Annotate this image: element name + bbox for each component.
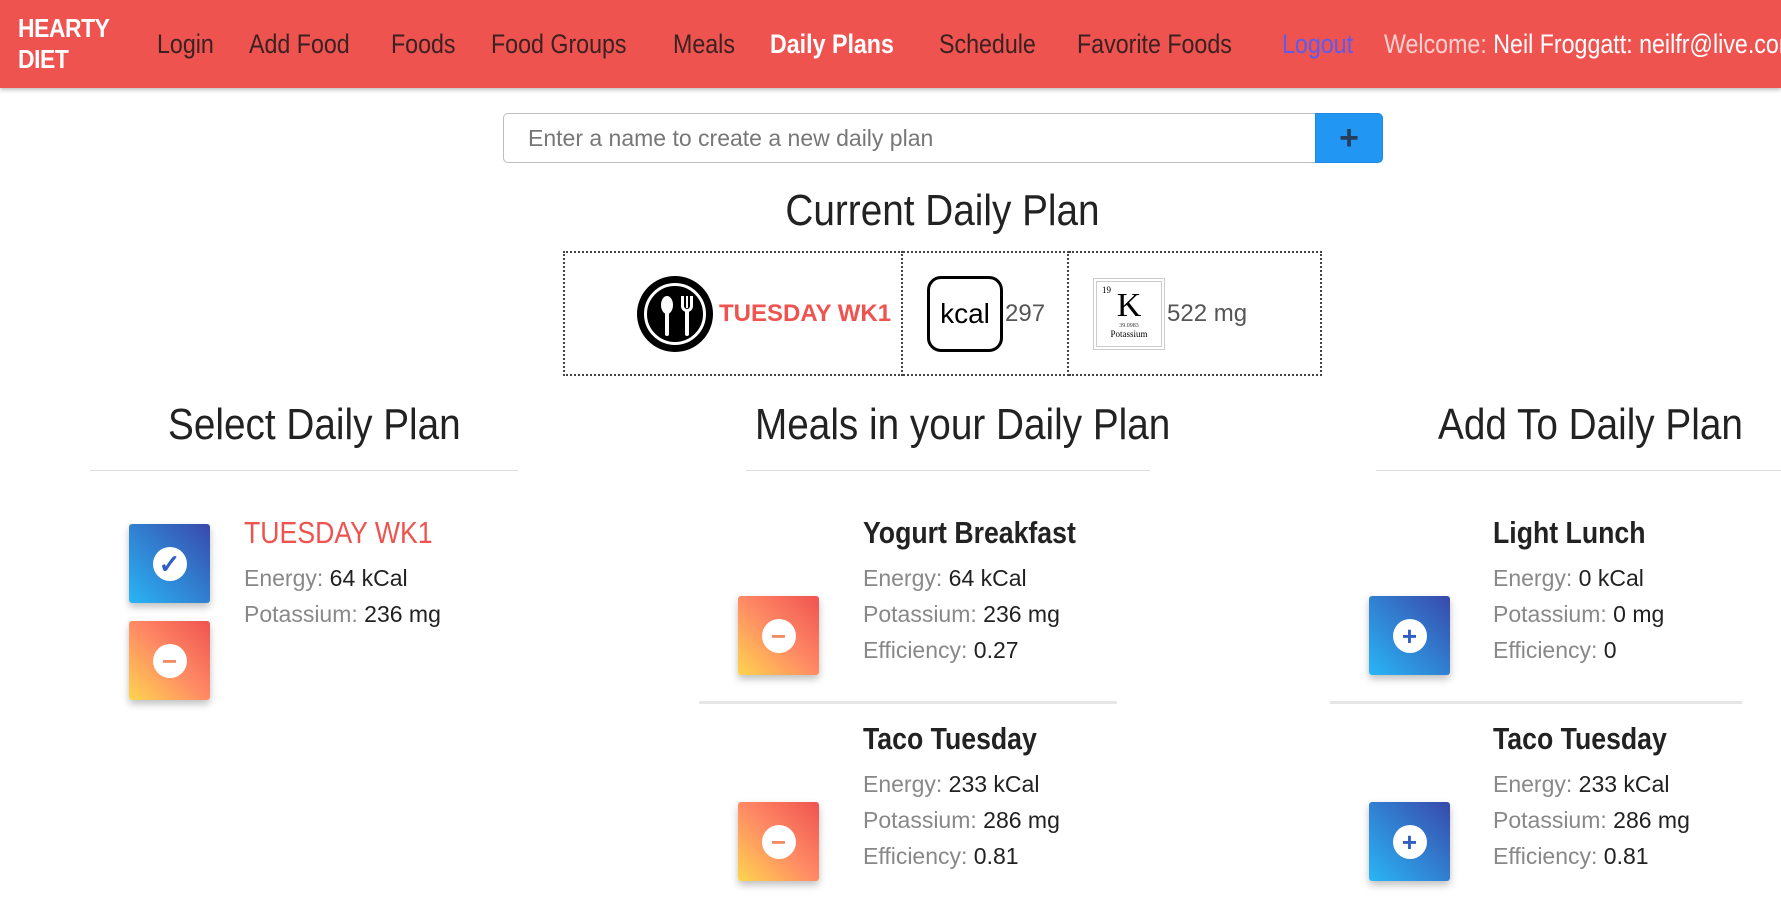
welcome-text: Welcome: Neil Froggatt: neilfr@live.com	[1384, 29, 1781, 60]
potassium-label: Potassium:	[863, 601, 977, 627]
nav-meals[interactable]: Meals	[673, 29, 735, 60]
energy-value: 0 kCal	[1578, 565, 1644, 591]
potassium-label: Potassium:	[863, 807, 977, 833]
nav-login[interactable]: Login	[157, 29, 214, 60]
select-plan-divider	[90, 470, 518, 471]
meal-divider	[699, 701, 1117, 704]
add-meal-button[interactable]: +	[1369, 802, 1450, 881]
plan-card-name: TUESDAY WK1	[244, 515, 433, 550]
meal-energy: Energy: 233 kCal	[863, 771, 1039, 798]
minus-circle-icon: −	[152, 643, 187, 678]
energy-value: 233 kCal	[948, 771, 1040, 797]
meal-name: Yogurt Breakfast	[863, 515, 1076, 550]
potassium-value: 0 mg	[1613, 601, 1665, 627]
meal-energy: Energy: 64 kCal	[863, 565, 1027, 592]
nav-favorite-foods[interactable]: Favorite Foods	[1077, 29, 1232, 60]
energy-value: 64 kCal	[329, 565, 408, 591]
add-to-plan-heading: Add To Daily Plan	[1438, 400, 1743, 449]
potassium-label: Potassium:	[1493, 807, 1607, 833]
navbar: HEARTY DIET Login Add Food Foods Food Gr…	[0, 0, 1781, 88]
add-to-plan-divider	[1376, 470, 1781, 471]
create-plan-form: +	[503, 113, 1383, 163]
nav-foods[interactable]: Foods	[391, 29, 456, 60]
meal-efficiency: Efficiency: 0	[1493, 637, 1617, 664]
potassium-value: 286 mg	[1613, 807, 1690, 833]
meal-energy: Energy: 233 kCal	[1493, 771, 1669, 798]
current-plan-potassium-cell: 19 K 39.0983 Potassium 522 mg	[1069, 251, 1322, 376]
add-meal-button[interactable]: +	[1369, 596, 1450, 675]
meal-name: Taco Tuesday	[863, 721, 1037, 756]
nav-daily-plans[interactable]: Daily Plans	[770, 29, 894, 60]
current-plan-potassium: 522 mg	[1167, 299, 1248, 327]
efficiency-value: 0.27	[973, 637, 1019, 663]
current-plan-heading: Current Daily Plan	[785, 186, 1100, 235]
nav-schedule[interactable]: Schedule	[939, 29, 1036, 60]
meal-potassium: Potassium: 286 mg	[1493, 807, 1690, 834]
nav-logout[interactable]: Logout	[1282, 29, 1353, 60]
efficiency-label: Efficiency:	[1493, 843, 1598, 869]
current-plan-name: TUESDAY WK1	[719, 299, 892, 327]
current-plan-energy: 297	[1005, 299, 1046, 327]
plate-utensils-icon	[637, 275, 713, 352]
plus-circle-icon: +	[1392, 618, 1427, 653]
current-plan-name-cell: TUESDAY WK1	[563, 251, 903, 376]
potassium-element-icon: 19 K 39.0983 Potassium	[1093, 277, 1165, 350]
meal-energy: Energy: 0 kCal	[1493, 565, 1644, 592]
create-plan-button[interactable]: +	[1315, 113, 1383, 163]
remove-meal-button[interactable]: −	[738, 596, 819, 675]
potassium-label: Potassium:	[244, 601, 358, 627]
efficiency-value: 0.81	[1603, 843, 1649, 869]
energy-label: Energy:	[244, 565, 324, 591]
meals-heading: Meals in your Daily Plan	[755, 400, 1171, 449]
new-plan-name-input[interactable]	[503, 113, 1315, 163]
plus-icon: +	[1339, 118, 1359, 157]
meal-name: Light Lunch	[1493, 515, 1646, 550]
energy-label: Energy:	[863, 565, 943, 591]
remove-meal-button[interactable]: −	[738, 802, 819, 881]
delete-plan-button[interactable]: −	[129, 621, 210, 700]
select-plan-heading: Select Daily Plan	[168, 400, 461, 449]
meal-name: Taco Tuesday	[1493, 721, 1667, 756]
nav-food-groups[interactable]: Food Groups	[491, 29, 627, 60]
current-plan-summary: TUESDAY WK1 kcal 297 19 K 39.0983 Potass…	[563, 251, 1322, 376]
meal-potassium: Potassium: 0 mg	[1493, 601, 1664, 628]
minus-circle-icon: −	[761, 824, 796, 859]
plus-circle-icon: +	[1392, 824, 1427, 859]
kcal-icon: kcal	[927, 275, 1003, 352]
energy-label: Energy:	[863, 771, 943, 797]
nav-add-food[interactable]: Add Food	[249, 29, 350, 60]
current-plan-energy-cell: kcal 297	[903, 251, 1069, 376]
potassium-element-name: Potassium	[1110, 328, 1148, 339]
plan-card-potassium: Potassium: 236 mg	[244, 601, 441, 628]
energy-value: 233 kCal	[1578, 771, 1670, 797]
potassium-label: Potassium:	[1493, 601, 1607, 627]
brand-logo[interactable]: HEARTY DIET	[18, 13, 109, 75]
efficiency-label: Efficiency:	[863, 843, 968, 869]
energy-label: Energy:	[1493, 771, 1573, 797]
potassium-atomic-number: 19	[1102, 284, 1111, 295]
user-identity: Neil Froggatt: neilfr@live.com	[1492, 28, 1781, 59]
meal-potassium: Potassium: 236 mg	[863, 601, 1060, 628]
meal-potassium: Potassium: 286 mg	[863, 807, 1060, 834]
welcome-label: Welcome:	[1383, 28, 1487, 59]
potassium-value: 236 mg	[983, 601, 1060, 627]
select-plan-button[interactable]: ✓	[129, 524, 210, 603]
meal-efficiency: Efficiency: 0.81	[1493, 843, 1649, 870]
potassium-symbol: K	[1116, 286, 1142, 324]
check-circle-icon: ✓	[152, 546, 187, 581]
potassium-value: 286 mg	[983, 807, 1060, 833]
meal-efficiency: Efficiency: 0.81	[863, 843, 1019, 870]
efficiency-label: Efficiency:	[863, 637, 968, 663]
efficiency-label: Efficiency:	[1493, 637, 1598, 663]
meal-efficiency: Efficiency: 0.27	[863, 637, 1019, 664]
meal-divider	[1330, 701, 1742, 704]
plan-card-energy: Energy: 64 kCal	[244, 565, 408, 592]
efficiency-value: 0.81	[973, 843, 1019, 869]
efficiency-value: 0	[1603, 637, 1617, 663]
potassium-value: 236 mg	[364, 601, 441, 627]
energy-label: Energy:	[1493, 565, 1573, 591]
meals-divider	[746, 470, 1150, 471]
minus-circle-icon: −	[761, 618, 796, 653]
energy-value: 64 kCal	[948, 565, 1027, 591]
